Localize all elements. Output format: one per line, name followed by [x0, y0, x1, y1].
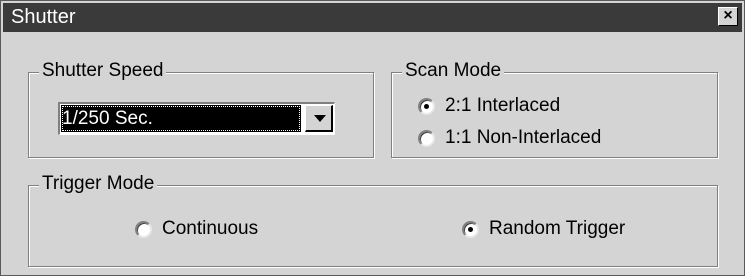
close-icon: ×	[723, 7, 733, 24]
shutter-speed-legend: Shutter Speed	[39, 60, 167, 82]
shutter-speed-value: 1/250 Sec.	[61, 105, 301, 132]
radio-selected-dot	[424, 103, 429, 109]
radio-random-trigger-label: Random Trigger	[489, 218, 626, 239]
shutter-speed-group: Shutter Speed 1/250 Sec.	[28, 60, 374, 158]
scan-mode-legend: Scan Mode	[402, 60, 505, 82]
dropdown-button[interactable]	[305, 105, 333, 132]
radio-icon	[135, 220, 152, 238]
chevron-down-icon	[314, 115, 326, 122]
radio-icon	[462, 220, 479, 238]
radio-selected-dot	[468, 226, 473, 232]
trigger-mode-group: Trigger Mode Continuous Random Trigger	[28, 173, 718, 267]
shutter-dialog: Shutter × Shutter Speed 1/250 Sec. Scan …	[0, 0, 745, 276]
radio-continuous-label: Continuous	[162, 218, 259, 239]
window-title: Shutter	[11, 6, 76, 28]
radio-interlaced-label: 2:1 Interlaced	[445, 95, 561, 116]
trigger-mode-legend: Trigger Mode	[39, 173, 158, 195]
radio-interlaced[interactable]: 2:1 Interlaced	[418, 95, 560, 117]
shutter-speed-select[interactable]: 1/250 Sec.	[58, 102, 335, 135]
radio-continuous[interactable]: Continuous	[135, 218, 258, 240]
close-button[interactable]: ×	[718, 7, 738, 26]
radio-icon	[418, 129, 435, 147]
title-bar[interactable]: Shutter ×	[3, 3, 742, 32]
scan-mode-group: Scan Mode 2:1 Interlaced 1:1 Non-Interla…	[391, 60, 718, 158]
radio-non-interlaced[interactable]: 1:1 Non-Interlaced	[418, 127, 601, 149]
radio-non-interlaced-label: 1:1 Non-Interlaced	[445, 127, 602, 148]
radio-icon	[418, 97, 435, 115]
radio-random-trigger[interactable]: Random Trigger	[462, 218, 625, 240]
